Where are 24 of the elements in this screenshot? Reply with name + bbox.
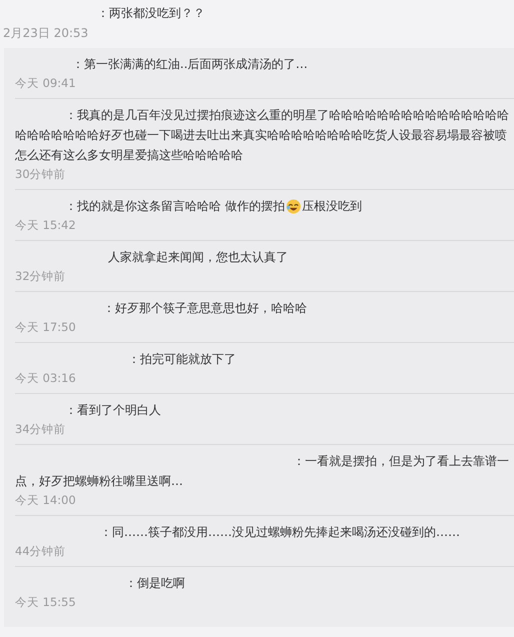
reply-text: ：找的就是你这条留言哈哈哈 做作的摆拍: [65, 198, 285, 215]
reply-text: ：倒是吃啊: [125, 575, 185, 592]
reply-text: 压根没吃到: [302, 198, 362, 215]
reply-text: ：拍完可能就放下了: [128, 351, 236, 368]
laughing-face-icon: [286, 198, 301, 214]
reply-time: 今天 03:16: [15, 370, 76, 387]
reply-time: 今天 15:42: [15, 217, 76, 234]
reply-time: 44分钟前: [15, 543, 66, 560]
reply-time: 32分钟前: [15, 268, 66, 285]
reply-time: 30分钟前: [15, 166, 66, 183]
reply-time: 34分钟前: [15, 421, 66, 438]
reply-time: 今天 15:55: [15, 594, 76, 611]
reply-time: 今天 09:41: [15, 75, 76, 92]
comment-time: 2月23日 20:53: [3, 25, 88, 42]
reply-text: 人家就拿起来闻闻，您也太认真了: [108, 249, 288, 266]
reply-text: ：同……筷子都没用……没见过螺蛳粉先捧起来喝汤还没碰到的……: [100, 524, 460, 541]
reply-text: ：我真的是几百年没见过摆拍痕迹这么重的明星了哈哈哈哈哈哈哈哈哈哈哈哈哈哈哈哈哈哈哈哈哈哈好歹也碰一下喝进去吐出来真实哈哈哈哈哈哈哈哈吃货人设最容易塌最容被喷怎么还有这么多女明星爱搞这些哈哈哈哈哈: [15, 107, 510, 164]
reply-time: 今天 14:00: [15, 492, 76, 509]
reply-text: ：一看就是摆拍，但是为了看上去靠谱一点，好歹把螺蛳粉往嘴里送啊…: [15, 453, 510, 490]
reply-text: ：第一张满满的红油..后面两张成清汤的了…: [72, 56, 308, 73]
comment-text: ：两张都没吃到？？: [97, 5, 205, 22]
reply-text: ：看到了个明白人: [65, 402, 161, 419]
reply-text: ：好歹那个筷子意思意思也好，哈哈哈: [103, 300, 307, 317]
reply-time: 今天 17:50: [15, 319, 76, 336]
